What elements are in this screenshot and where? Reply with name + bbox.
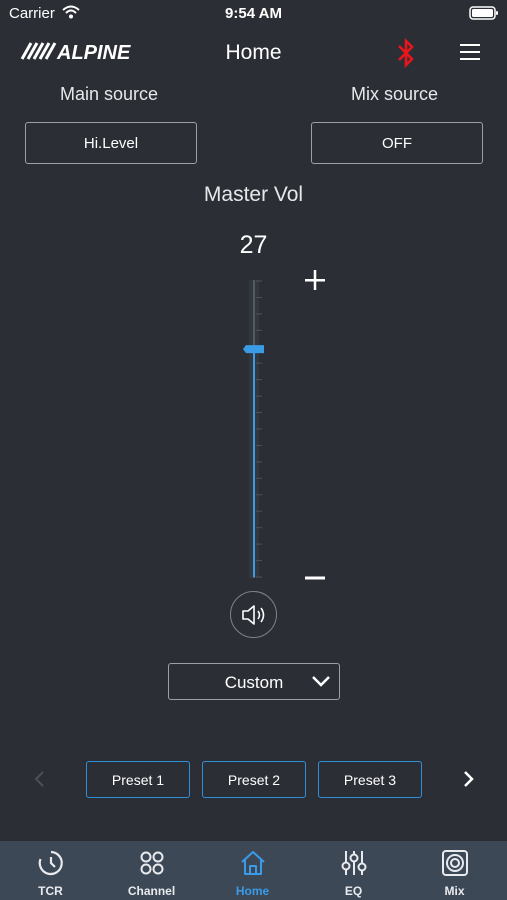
- grid-icon: [140, 851, 164, 875]
- tab-mix-label: Mix: [444, 884, 465, 898]
- master-vol-slider[interactable]: [236, 280, 276, 580]
- preset-1-button[interactable]: Preset 1: [86, 761, 190, 798]
- volume-down-icon[interactable]: [305, 575, 325, 581]
- sliders-icon: [341, 851, 367, 875]
- tab-eq-label: EQ: [344, 884, 363, 898]
- chevron-right-icon[interactable]: [463, 770, 475, 788]
- volume-up-icon[interactable]: [305, 270, 325, 290]
- slider-thumb[interactable]: [243, 345, 264, 354]
- master-vol-value: 27: [239, 231, 268, 259]
- nav-bar: ALPINE Home: [0, 28, 507, 78]
- tab-tcr-label: TCR: [38, 884, 63, 898]
- menu-icon[interactable]: [458, 42, 482, 62]
- status-bar: Carrier 9:54 AM: [0, 0, 507, 28]
- tab-bar: TCR Channel Home EQ Mix: [0, 841, 507, 900]
- tab-tcr[interactable]: TCR: [0, 841, 101, 900]
- page-title: Home: [225, 41, 282, 64]
- tab-home[interactable]: Home: [202, 841, 303, 900]
- tab-mix[interactable]: Mix: [404, 841, 505, 900]
- mute-button[interactable]: [230, 591, 277, 638]
- chevron-down-icon: [312, 676, 330, 687]
- preset-dropdown[interactable]: Custom: [168, 663, 340, 700]
- preset-2-button[interactable]: Preset 2: [202, 761, 306, 798]
- master-vol-label: Master Vol: [203, 183, 304, 206]
- battery-icon: [469, 6, 498, 20]
- bluetooth-icon[interactable]: [394, 37, 418, 69]
- chevron-left-icon[interactable]: [33, 770, 45, 788]
- tab-home-label: Home: [235, 884, 270, 898]
- mix-source-button[interactable]: OFF: [311, 122, 483, 164]
- tab-eq[interactable]: EQ: [303, 841, 404, 900]
- target-icon: [442, 850, 468, 876]
- speaker-icon: [241, 604, 264, 625]
- home-icon: [241, 851, 265, 875]
- preset-3-button[interactable]: Preset 3: [318, 761, 422, 798]
- clock-icon: [38, 850, 63, 876]
- tab-channel[interactable]: Channel: [101, 841, 202, 900]
- status-time: 9:54 AM: [225, 5, 282, 22]
- main-source-label: Main source: [60, 84, 159, 104]
- tab-channel-label: Channel: [127, 884, 176, 898]
- mix-source-label: Mix source: [351, 84, 439, 104]
- main-source-button[interactable]: Hi.Level: [25, 122, 197, 164]
